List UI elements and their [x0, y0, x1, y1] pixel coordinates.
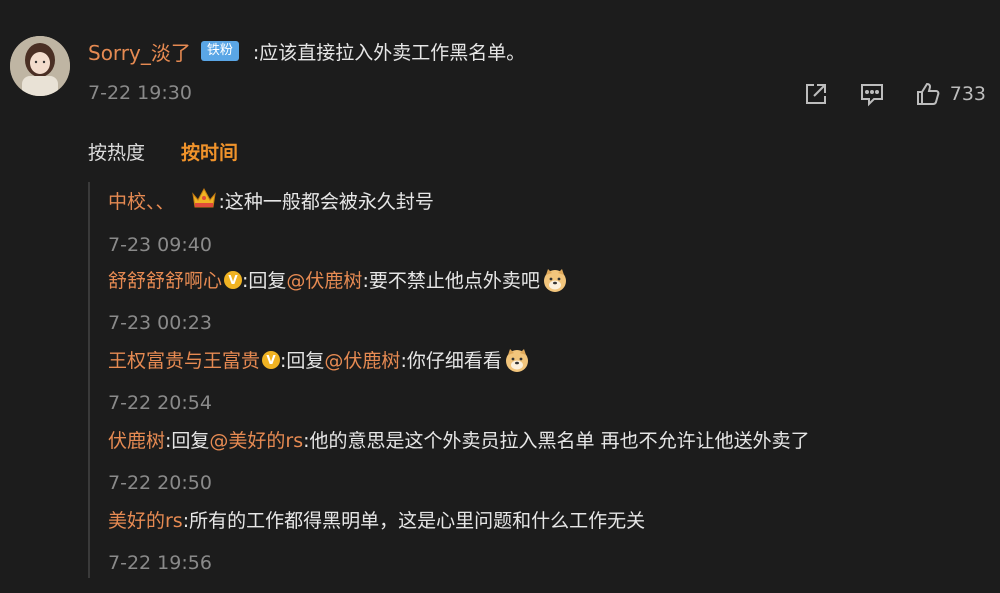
- comment-actions: 733: [774, 80, 986, 108]
- comment-header: Sorry_淡了 铁粉 :应该直接拉入外卖工作黑名单。: [88, 37, 526, 66]
- comment-text: :应该直接拉入外卖工作黑名单。: [252, 41, 526, 64]
- list-item: 舒舒舒舒啊心 V :回复 @伏鹿树 :要不禁止他点外卖吧 7-23 00:23: [108, 266, 568, 334]
- reply-button[interactable]: [858, 80, 886, 108]
- list-item: 美好的rs :所有的工作都得黑明单，这是心里问题和什么工作无关 7-22 19:…: [108, 506, 645, 574]
- reply-text: :他的意思是这个外卖员拉入黑名单 再也不允许让他送外卖了: [303, 430, 810, 452]
- sort-tabs: 按热度 按时间: [88, 138, 274, 165]
- reply-text: :要不禁止他点外卖吧: [362, 270, 540, 292]
- reply-prefix: :回复: [280, 350, 325, 372]
- reply-author[interactable]: 舒舒舒舒啊心: [108, 266, 222, 293]
- doge-icon: [504, 347, 530, 373]
- tab-sort-by-time[interactable]: 按时间: [181, 138, 238, 165]
- comment-icon: [860, 84, 883, 107]
- tab-sort-by-hot[interactable]: 按热度: [88, 138, 145, 165]
- verified-badge: V: [262, 350, 281, 369]
- mention-link[interactable]: @伏鹿树: [286, 266, 362, 293]
- reply-text: :这种一般都会被永久封号: [218, 191, 434, 213]
- mention-link[interactable]: @伏鹿树: [324, 346, 400, 373]
- verified-badge: V: [224, 270, 243, 289]
- like-button[interactable]: 733: [914, 80, 986, 108]
- list-item: 伏鹿树 :回复 @美好的rs :他的意思是这个外卖员拉入黑名单 再也不允许让他送…: [108, 426, 810, 494]
- reply-timestamp: 7-22 20:50: [108, 472, 212, 494]
- share-icon: [805, 84, 826, 104]
- reply-author[interactable]: 美好的rs: [108, 506, 183, 533]
- reply-author[interactable]: 伏鹿树: [108, 426, 165, 453]
- reply-author[interactable]: 中校、、: [108, 187, 175, 214]
- fan-badge: 铁粉: [200, 41, 239, 61]
- list-item: 中校、、 :这种一般都会被永久封号 7-23 09:40: [108, 186, 434, 256]
- reply-timestamp: 7-22 20:54: [108, 392, 212, 414]
- author-name[interactable]: Sorry_淡了: [88, 37, 191, 66]
- reply-prefix: :回复: [242, 270, 287, 292]
- doge-icon: [542, 267, 568, 293]
- share-button[interactable]: [802, 80, 830, 108]
- comment-thread: Sorry_淡了 铁粉 :应该直接拉入外卖工作黑名单。 7-22 19:30 7…: [0, 0, 1000, 593]
- crown-icon: [191, 186, 217, 215]
- list-item: 王权富贵与王富贵 V :回复 @伏鹿树 :你仔细看看 7-22 20:54: [108, 346, 530, 414]
- reply-author[interactable]: 王权富贵与王富贵: [108, 346, 260, 373]
- comment-timestamp: 7-22 19:30: [88, 82, 192, 104]
- reply-timestamp: 7-23 00:23: [108, 312, 212, 334]
- reply-timestamp: 7-22 19:56: [108, 552, 212, 574]
- like-count: 733: [949, 83, 986, 105]
- reply-prefix: :回复: [165, 430, 210, 452]
- avatar[interactable]: [10, 36, 70, 96]
- reply-timestamp: 7-23 09:40: [108, 234, 212, 256]
- like-icon: [916, 82, 940, 105]
- mention-link[interactable]: @美好的rs: [209, 426, 303, 453]
- reply-text: :所有的工作都得黑明单，这是心里问题和什么工作无关: [182, 510, 646, 532]
- reply-list: 中校、、 :这种一般都会被永久封号 7-23 09:40 舒舒舒舒啊心 V :回…: [88, 182, 990, 578]
- reply-text: :你仔细看看: [400, 350, 502, 372]
